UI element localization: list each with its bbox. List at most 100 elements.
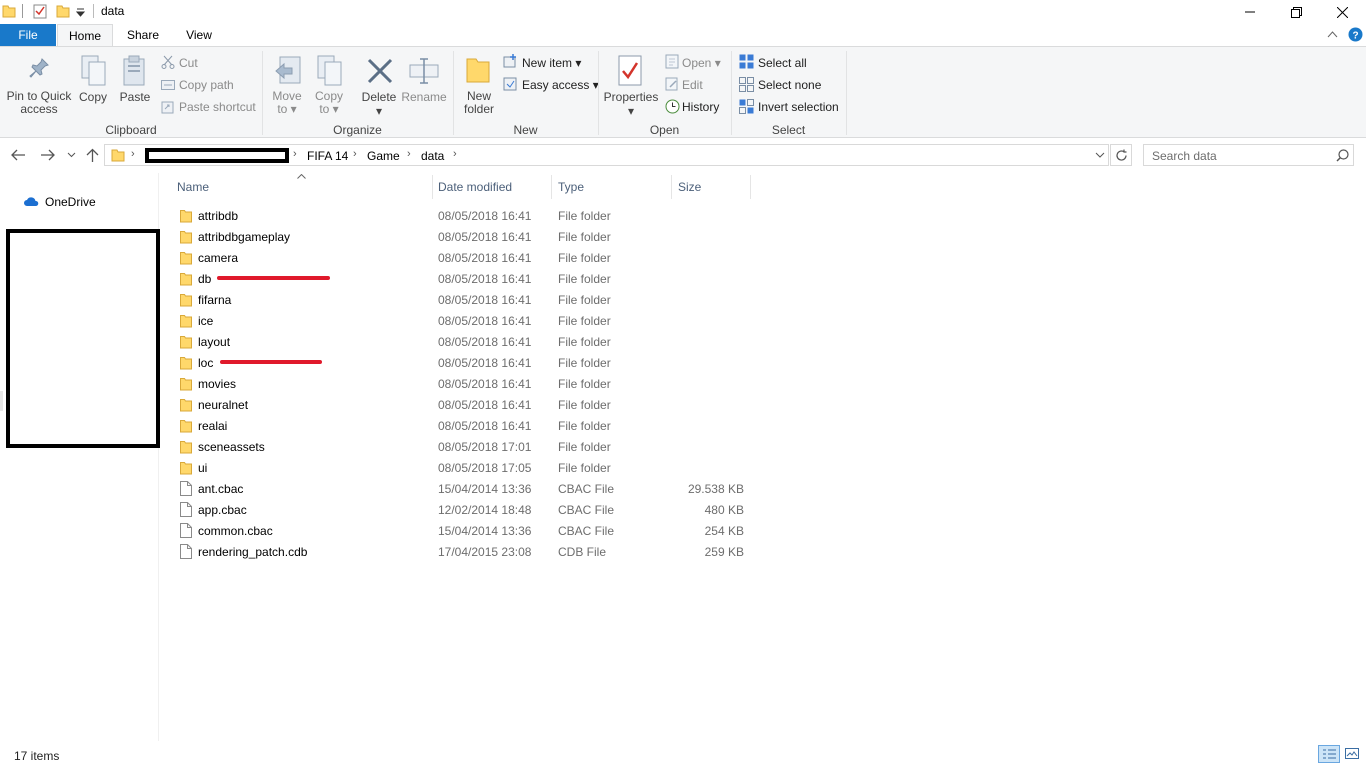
chevron-right-icon[interactable]: › (453, 148, 457, 160)
properties-quick-icon[interactable] (33, 4, 47, 19)
new-folder-button[interactable]: New folder (458, 90, 500, 116)
back-arrow-icon[interactable] (11, 149, 26, 161)
file-date: 15/04/2014 13:36 (438, 482, 532, 496)
file-row[interactable]: rendering_patch.cdb 17/04/2015 23:08 CDB F… (176, 541, 756, 562)
large-icons-view-icon (1345, 748, 1359, 759)
file-icon (180, 502, 192, 517)
tab-file[interactable]: File (0, 24, 56, 46)
file-row[interactable]: common.cbac 15/04/2014 13:36 CBAC File 254 … (176, 520, 756, 541)
select-none-button[interactable]: Select none (758, 78, 821, 92)
breadcrumb-game[interactable]: Game (367, 149, 400, 163)
column-header-type[interactable]: Type (558, 180, 584, 194)
file-row[interactable]: app.cbac 12/02/2014 18:48 CBAC File 480 KB (176, 499, 756, 520)
new-folder-quick-icon[interactable] (56, 4, 70, 18)
chevron-right-icon[interactable]: › (407, 148, 411, 160)
invert-selection-button[interactable]: Invert selection (758, 100, 839, 114)
file-date: 12/02/2014 18:48 (438, 503, 532, 517)
edit-button[interactable]: Edit (682, 78, 703, 92)
file-name: app.cbac (198, 503, 247, 517)
copy-to-button[interactable]: Copy to ▾ (308, 90, 350, 116)
select-none-icon (739, 77, 754, 92)
folder-row[interactable]: layout 08/05/2018 16:41 File folder (176, 331, 756, 352)
file-row[interactable]: ant.cbac 15/04/2014 13:36 CBAC File 29.538 … (176, 478, 756, 499)
chevron-right-icon[interactable]: › (131, 148, 135, 160)
folder-icon (111, 149, 125, 162)
tab-home[interactable]: Home (57, 24, 113, 47)
folder-row[interactable]: loc 08/05/2018 16:41 File folder (176, 352, 756, 373)
file-type: File folder (558, 398, 611, 412)
customize-toolbar-icon[interactable] (76, 8, 85, 17)
tab-view[interactable]: View (171, 24, 227, 46)
folder-row[interactable]: ice 08/05/2018 16:41 File folder (176, 310, 756, 331)
breadcrumb-data[interactable]: data (421, 149, 444, 163)
easy-access-button[interactable]: Easy access ▾ (522, 78, 599, 92)
folder-row[interactable]: attribdbgameplay 08/05/2018 16:41 File fol… (176, 226, 756, 247)
column-header-date[interactable]: Date modified (438, 180, 512, 194)
close-icon (1336, 6, 1348, 18)
file-name: ant.cbac (198, 482, 244, 496)
copy-path-button[interactable]: Copy path (179, 78, 234, 92)
folder-row[interactable]: neuralnet 08/05/2018 16:41 File folder (176, 394, 756, 415)
paste-button[interactable]: Paste (116, 90, 154, 104)
folder-row[interactable]: fifarna 08/05/2018 16:41 File folder (176, 289, 756, 310)
move-to-button[interactable]: Move to ▾ (266, 90, 308, 116)
divider[interactable] (551, 175, 552, 199)
open-icon (665, 54, 679, 69)
new-folder-icon (466, 58, 490, 83)
group-label-select: Select (771, 123, 806, 137)
new-item-button[interactable]: New item ▾ (522, 56, 581, 70)
folder-row[interactable]: db 08/05/2018 16:41 File folder (176, 268, 756, 289)
file-name: neuralnet (198, 398, 249, 412)
rename-button[interactable]: Rename (400, 90, 448, 104)
history-button[interactable]: History (682, 100, 719, 114)
restore-button[interactable] (1273, 0, 1319, 24)
chevron-right-icon[interactable]: › (293, 148, 297, 160)
large-icons-view-button[interactable] (1342, 745, 1362, 763)
select-all-button[interactable]: Select all (758, 56, 807, 70)
divider[interactable] (671, 175, 672, 199)
breadcrumb-fifa14[interactable]: FIFA 14 (307, 149, 348, 163)
folder-row[interactable]: realai 08/05/2018 16:41 File folder (176, 415, 756, 436)
search-field[interactable]: Search data (1143, 144, 1354, 166)
properties-button[interactable]: Properties ▾ (602, 90, 660, 118)
up-arrow-icon[interactable] (86, 148, 99, 163)
details-view-button[interactable] (1318, 745, 1340, 763)
forward-arrow-icon[interactable] (40, 149, 55, 161)
minimize-button[interactable] (1227, 0, 1273, 24)
folder-icon (180, 357, 192, 370)
tab-share[interactable]: Share (115, 24, 171, 46)
pin-to-quick-access-button[interactable]: Pin to Quick access (2, 90, 76, 116)
delete-button[interactable]: Delete ▾ (358, 90, 400, 118)
address-bar-row: › › FIFA 14 › Game › data › Search data (0, 139, 1366, 173)
folder-icon (2, 5, 16, 18)
chevron-right-icon[interactable]: › (353, 148, 357, 160)
recent-locations-icon[interactable] (67, 152, 76, 158)
refresh-button[interactable] (1110, 144, 1132, 166)
folder-row[interactable]: camera 08/05/2018 16:41 File folder (176, 247, 756, 268)
column-header-name[interactable]: Name (177, 180, 209, 194)
minimize-icon (1245, 11, 1255, 13)
collapse-ribbon-icon[interactable] (1327, 30, 1338, 38)
folder-row[interactable]: ui 08/05/2018 17:05 File folder (176, 457, 756, 478)
column-header-size[interactable]: Size (678, 180, 701, 194)
address-field[interactable]: › › FIFA 14 › Game › data › (104, 144, 1109, 166)
nav-item-onedrive[interactable]: OneDrive (16, 193, 156, 211)
folder-row[interactable]: sceneassets 08/05/2018 17:01 File folder (176, 436, 756, 457)
nav-scroll-indicator[interactable] (0, 391, 3, 411)
address-history-icon[interactable] (1095, 152, 1105, 159)
divider[interactable] (750, 175, 751, 199)
file-type: CDB File (558, 545, 607, 559)
open-button[interactable]: Open ▾ (682, 56, 721, 70)
ribbon-tabs: File Home Share View ? (0, 24, 1366, 47)
sort-ascending-icon (297, 174, 306, 179)
folder-row[interactable]: movies 08/05/2018 16:41 File folder (176, 373, 756, 394)
folder-row[interactable]: attribdb 08/05/2018 16:41 File folder (176, 205, 756, 226)
paste-shortcut-button[interactable]: Paste shortcut (179, 100, 256, 114)
group-label-open: Open (649, 123, 680, 137)
close-button[interactable] (1319, 0, 1365, 24)
cut-button[interactable]: Cut (179, 56, 198, 70)
file-type: File folder (558, 272, 611, 286)
copy-button[interactable]: Copy (76, 90, 110, 104)
divider[interactable] (432, 175, 433, 199)
help-icon[interactable]: ? (1348, 27, 1363, 42)
